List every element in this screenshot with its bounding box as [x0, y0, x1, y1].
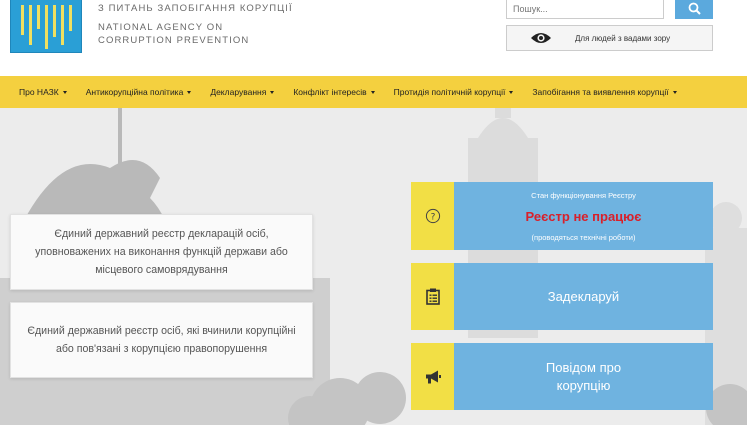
declarations-registry-text: Єдиний державний реєстр декларацій осіб,… [35, 228, 288, 276]
declarations-registry-card[interactable]: Єдиний державний реєстр декларацій осіб,… [10, 214, 313, 290]
report-corruption-button[interactable]: Повідом про корупцію [411, 343, 713, 410]
declare-button[interactable]: Задекларуй [411, 263, 713, 330]
status-icon-cell: ? [411, 182, 454, 250]
registry-status-note: (проводяться технічні роботи) [531, 232, 636, 242]
nav-item-conflict-of-interest[interactable]: Конфлікт інтересів [293, 87, 375, 97]
megaphone-icon [425, 370, 441, 383]
main-nav: Про НАЗК Антикорупційна політика Деклару… [0, 76, 747, 108]
declare-label: Задекларуй [547, 288, 620, 304]
report-icon-cell [411, 343, 454, 410]
nav-item-label: Запобігання та виявлення корупції [532, 87, 669, 97]
nav-item-label: Протидія політичній корупції [393, 87, 506, 97]
nav-item-label: Конфлікт інтересів [293, 87, 367, 97]
agency-name-en-line1: NATIONAL AGENCY ON [98, 22, 224, 33]
caret-down-icon [672, 90, 677, 94]
declare-body: Задекларуй [454, 263, 713, 330]
caret-down-icon [509, 90, 514, 94]
corruption-offenders-registry-text: Єдиний державний реєстр осіб, які вчинил… [27, 325, 296, 355]
nav-item-declaration[interactable]: Декларування [210, 87, 275, 97]
report-corruption-label: Повідом про корупцію [545, 359, 622, 393]
search-button[interactable] [675, 0, 713, 19]
search-input[interactable] [506, 0, 664, 19]
nav-item-anticorruption-policy[interactable]: Антикорупційна політика [86, 87, 192, 97]
caret-down-icon [270, 90, 275, 94]
eye-icon [531, 33, 551, 43]
agency-name-en-line2: CORRUPTION PREVENTION [98, 35, 250, 46]
nav-item-label: Антикорупційна політика [85, 87, 184, 97]
svg-text:?: ? [430, 212, 435, 222]
registry-status-message: Реєстр не працює [525, 208, 642, 224]
nav-item-about[interactable]: Про НАЗК [19, 87, 67, 97]
visually-impaired-label: Для людей з вадами зору [575, 33, 671, 43]
registry-status-title: Стан функціонування Реєстру [531, 190, 636, 200]
registry-status-body: Стан функціонування Реєстру Реєстр не пр… [454, 182, 713, 250]
registry-status-block: ? Стан функціонування Реєстру Реєстр не … [411, 182, 713, 250]
nav-item-label: Про НАЗК [19, 87, 59, 97]
declare-icon-cell [411, 263, 454, 330]
caret-down-icon [370, 90, 375, 94]
agency-logo[interactable] [10, 0, 82, 53]
nav-item-political-corruption[interactable]: Протидія політичній корупції [394, 87, 514, 97]
corruption-offenders-registry-card[interactable]: Єдиний державний реєстр осіб, які вчинил… [10, 302, 313, 378]
site-header: З ПИТАНЬ ЗАПОБІГАННЯ КОРУПЦІЇ NATIONAL A… [0, 0, 747, 76]
report-corruption-body: Повідом про корупцію [454, 343, 713, 410]
search-icon [688, 2, 701, 15]
nav-item-prevention-detection[interactable]: Запобігання та виявлення корупції [532, 87, 677, 97]
agency-name-ua: З ПИТАНЬ ЗАПОБІГАННЯ КОРУПЦІЇ [98, 3, 293, 14]
visually-impaired-button[interactable]: Для людей з вадами зору [506, 25, 713, 51]
caret-down-icon [187, 90, 192, 94]
nav-item-label: Декларування [210, 87, 267, 97]
question-icon: ? [425, 208, 440, 224]
caret-down-icon [62, 90, 67, 94]
clipboard-icon [425, 288, 440, 305]
